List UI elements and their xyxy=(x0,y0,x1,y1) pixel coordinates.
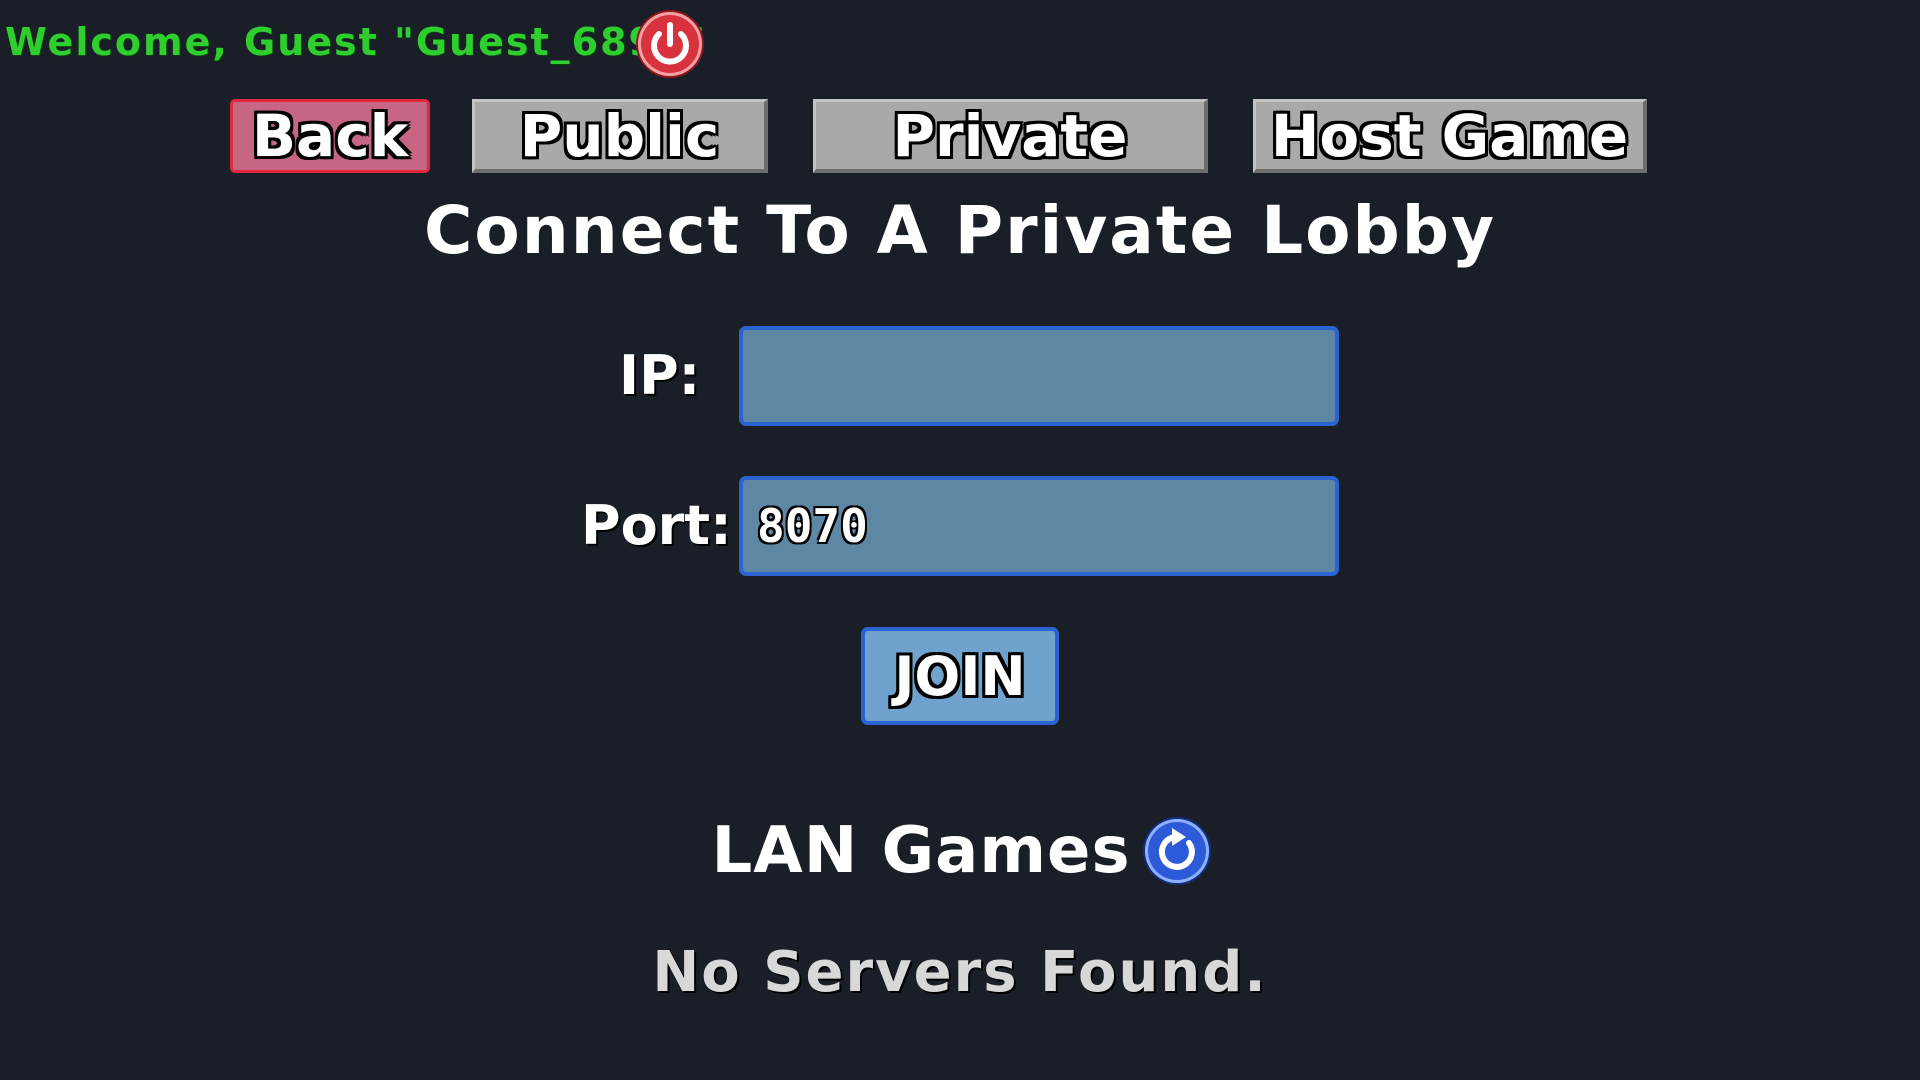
join-button[interactable]: JOIN xyxy=(861,627,1059,725)
back-button[interactable]: Back xyxy=(230,99,430,173)
port-field[interactable]: 8070 xyxy=(739,476,1339,576)
welcome-text: Welcome, Guest "Guest_6895" xyxy=(5,20,708,64)
tab-public[interactable]: Public xyxy=(472,99,768,173)
tab-host-game[interactable]: Host Game xyxy=(1253,99,1647,173)
port-label: Port: xyxy=(581,494,732,557)
lan-games-header: LAN Games xyxy=(0,814,1920,888)
power-button[interactable] xyxy=(638,12,702,76)
power-icon xyxy=(651,22,689,65)
server-status-text: No Servers Found. xyxy=(652,940,1268,1005)
page-title: Connect To A Private Lobby xyxy=(423,192,1497,269)
refresh-button[interactable] xyxy=(1144,819,1209,883)
tab-private[interactable]: Private xyxy=(813,99,1208,173)
lan-games-title: LAN Games xyxy=(711,814,1131,888)
refresh-icon xyxy=(1158,828,1195,870)
ip-field[interactable] xyxy=(739,326,1339,426)
ip-label: IP: xyxy=(619,344,701,407)
